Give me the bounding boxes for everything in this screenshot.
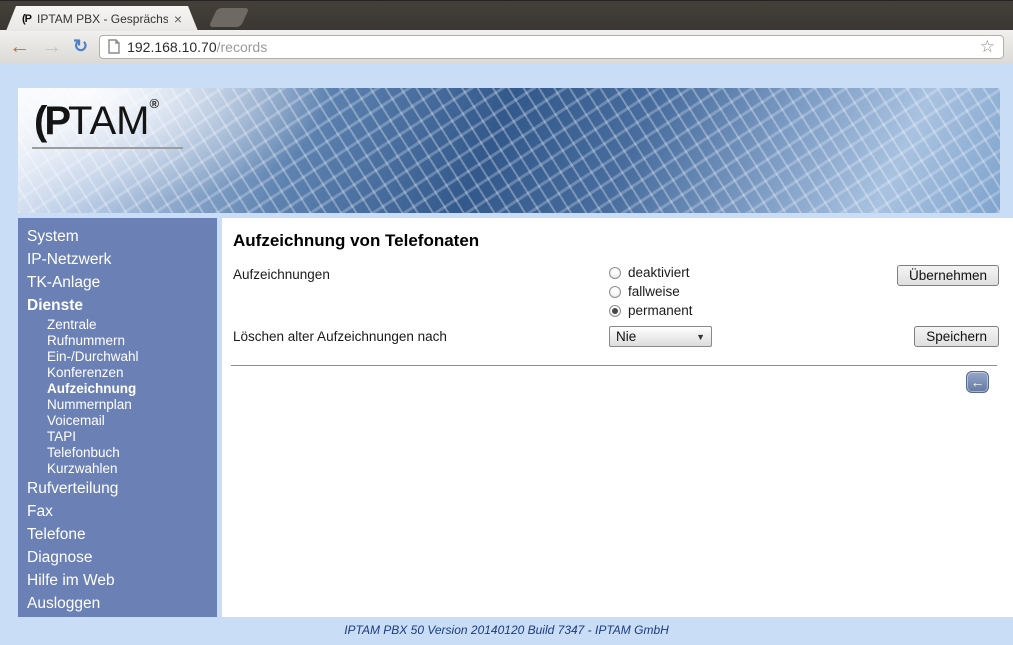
radio-option-fallweise[interactable]: fallweise [609, 284, 693, 299]
radio-deaktiviert-icon[interactable] [609, 267, 621, 279]
radio-fallweise-icon[interactable] [609, 286, 621, 298]
sidebar-item-hilfe-im-web[interactable]: Hilfe im Web [18, 569, 217, 592]
sidebar-item-diagnose[interactable]: Diagnose [18, 546, 217, 569]
radio-deaktiviert-label: deaktiviert [628, 265, 690, 280]
header-banner: (PTAM® [18, 88, 1000, 213]
sidebar-item-rufnummern[interactable]: Rufnummern [18, 333, 217, 349]
recordings-label: Aufzeichnungen [231, 265, 609, 282]
content-divider [231, 365, 997, 366]
sidebar-item-telefone[interactable]: Telefone [18, 523, 217, 546]
url-host: 192.168.10.70 [127, 39, 217, 55]
radio-option-deaktiviert[interactable]: deaktiviert [609, 265, 693, 280]
tab-title: IPTAM PBX - Gesprächsau [37, 12, 168, 26]
sidebar-item-tk-anlage[interactable]: TK-Anlage [18, 271, 217, 294]
page-back-button[interactable]: ← [966, 371, 989, 393]
save-button[interactable]: Speichern [914, 326, 999, 347]
delete-after-row: Löschen alter Aufzeichnungen nach Nie ▼ … [231, 326, 999, 347]
back-row: ← [231, 371, 999, 393]
sidebar-item-rufverteilung[interactable]: Rufverteilung [18, 477, 217, 500]
logo-ip-mark: (P [34, 99, 68, 143]
sidebar-item-konferenzen[interactable]: Konferenzen [18, 365, 217, 381]
url-path: /records [217, 39, 268, 55]
radio-permanent-label: permanent [628, 303, 693, 318]
sidebar-item-kurzwahlen[interactable]: Kurzwahlen [18, 461, 217, 477]
footer-version-text: IPTAM PBX 50 Version 20140120 Build 7347… [0, 623, 1013, 637]
apply-button[interactable]: Übernehmen [897, 265, 999, 286]
logo-tam-text: TAM [68, 99, 149, 143]
address-bar[interactable]: 192.168.10.70/records ☆ [99, 35, 1004, 59]
iptam-logo: (PTAM® [32, 96, 183, 149]
sidebar-item-tapi[interactable]: TAPI [18, 429, 217, 445]
content-panel: Aufzeichnung von Telefonaten Aufzeichnun… [222, 218, 1013, 617]
bookmark-star-icon[interactable]: ☆ [980, 38, 995, 55]
delete-after-select[interactable]: Nie ▼ [609, 326, 712, 347]
sidebar-item-ip-netzwerk[interactable]: IP-Netzwerk [18, 248, 217, 271]
sidebar-item-dienste[interactable]: Dienste [18, 294, 217, 317]
browser-tab[interactable]: (P IPTAM PBX - Gesprächsau × [6, 6, 198, 31]
browser-back-icon[interactable]: ← [9, 36, 30, 57]
sidebar-nav: System IP-Netzwerk TK-Anlage Dienste Zen… [18, 218, 217, 617]
url-text: 192.168.10.70/records [127, 39, 267, 55]
sidebar-item-ein-durchwahl[interactable]: Ein-/Durchwahl [18, 349, 217, 365]
delete-after-label: Löschen alter Aufzeichnungen nach [231, 329, 609, 344]
sidebar-item-fax[interactable]: Fax [18, 500, 217, 523]
page-body: (PTAM® System IP-Netzwerk TK-Anlage Dien… [0, 63, 1013, 645]
sidebar-item-system[interactable]: System [18, 225, 217, 248]
browser-reload-icon[interactable]: ↻ [73, 36, 88, 57]
browser-toolbar: ← → ↻ 192.168.10.70/records ☆ [0, 30, 1013, 63]
sidebar-item-aufzeichnung[interactable]: Aufzeichnung [18, 381, 217, 397]
recordings-radio-group: deaktiviert fallweise permanent [609, 265, 693, 318]
sidebar-item-zentrale[interactable]: Zentrale [18, 317, 217, 333]
radio-permanent-icon[interactable] [609, 305, 621, 317]
radio-option-permanent[interactable]: permanent [609, 303, 693, 318]
browser-forward-icon[interactable]: → [41, 36, 62, 57]
logo-registered-mark: ® [149, 96, 159, 111]
sidebar-item-nummernplan[interactable]: Nummernplan [18, 397, 217, 413]
tab-close-icon[interactable]: × [174, 12, 182, 26]
iptam-favicon-icon: (P [22, 13, 31, 25]
chevron-down-icon: ▼ [696, 332, 705, 342]
sidebar-item-ausloggen[interactable]: Ausloggen [18, 592, 217, 615]
browser-tab-bar: (P IPTAM PBX - Gesprächsau × [0, 0, 1013, 30]
new-tab-button[interactable] [209, 8, 250, 27]
recordings-row: Aufzeichnungen deaktiviert fallweise per… [231, 265, 999, 318]
delete-after-select-value: Nie [616, 329, 636, 344]
radio-fallweise-label: fallweise [628, 284, 680, 299]
page-title: Aufzeichnung von Telefonaten [233, 231, 999, 251]
sidebar-item-voicemail[interactable]: Voicemail [18, 413, 217, 429]
page-icon [108, 39, 120, 54]
sidebar-item-telefonbuch[interactable]: Telefonbuch [18, 445, 217, 461]
